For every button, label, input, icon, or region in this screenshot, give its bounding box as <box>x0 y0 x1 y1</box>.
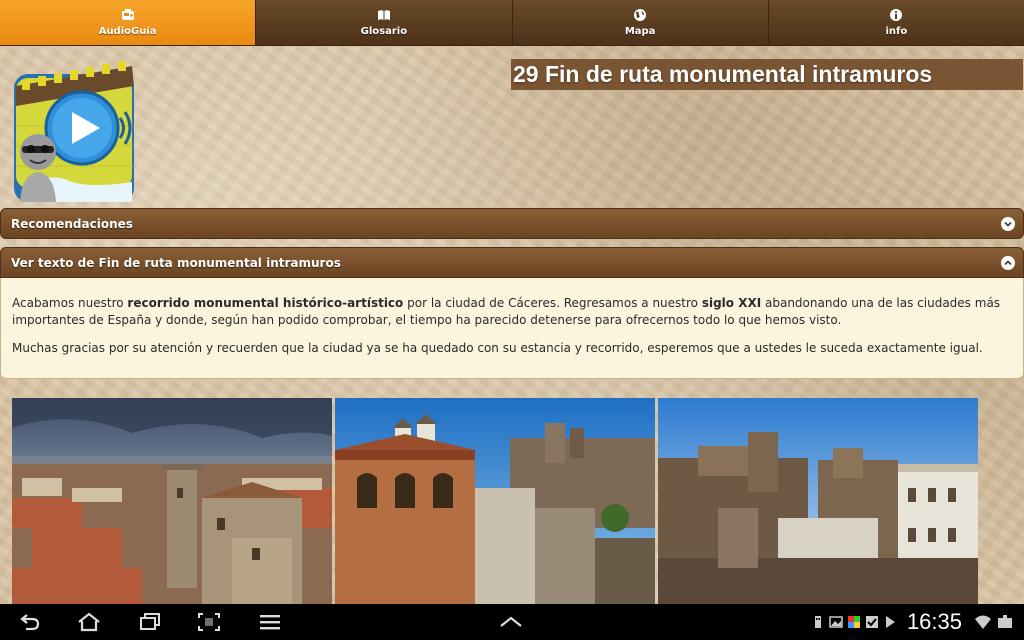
app-store-icon <box>847 616 860 628</box>
text-section-header[interactable]: Ver texto de Fin de ruta monumental intr… <box>0 247 1024 278</box>
audioguide-icon <box>121 8 135 22</box>
info-icon <box>889 8 903 22</box>
tab-mapa[interactable]: Mapa <box>513 0 769 45</box>
section-label: Ver texto de Fin de ruta monumental intr… <box>11 255 341 270</box>
system-navigation-bar: 16:35 <box>0 604 1024 640</box>
clock: 16:35 <box>906 609 962 634</box>
wifi-icon <box>975 615 991 629</box>
app-logo <box>12 56 138 204</box>
book-icon <box>377 8 391 22</box>
screenshot-icon[interactable] <box>196 611 222 633</box>
check-icon <box>865 616 878 628</box>
section-label: Recomendaciones <box>11 216 133 231</box>
tab-glosario[interactable]: Glosario <box>256 0 513 45</box>
usb-icon <box>814 616 821 628</box>
image-icon <box>829 616 843 628</box>
tab-label: Glosario <box>360 26 408 37</box>
old-town-photo[interactable] <box>658 398 978 604</box>
photo-gallery <box>12 398 978 604</box>
text-section-content: Acabamos nuestro recorrido monumental hi… <box>0 278 1024 379</box>
tab-label: info <box>885 26 908 37</box>
chevron-up-icon <box>1001 256 1015 270</box>
chevron-up-icon[interactable] <box>498 611 524 633</box>
chevron-down-icon <box>1001 217 1015 231</box>
tab-label: Mapa <box>624 26 656 37</box>
paragraph-1: Acabamos nuestro recorrido monumental hi… <box>12 296 1001 327</box>
paragraph-2: Muchas gracias por su atención y recuerd… <box>12 341 983 355</box>
tab-label: AudioGuía <box>98 26 157 37</box>
status-area: 16:35 <box>811 609 1014 635</box>
tab-audioguia[interactable]: AudioGuía <box>0 0 257 45</box>
tab-info[interactable]: info <box>769 0 1024 45</box>
page-title: 29 Fin de ruta monumental intramuros <box>511 59 1023 90</box>
recent-apps-icon[interactable] <box>137 611 163 633</box>
recommendations-section-header[interactable]: Recomendaciones <box>0 208 1024 239</box>
menu-icon[interactable] <box>257 611 283 633</box>
back-icon[interactable] <box>18 611 44 633</box>
battery-icon <box>998 615 1012 628</box>
globe-icon <box>633 8 647 22</box>
city-panorama-photo[interactable] <box>12 398 332 604</box>
top-tab-bar: AudioGuía Glosario Mapa info <box>0 0 1024 46</box>
play-icon <box>885 616 895 628</box>
tower-building-photo[interactable] <box>335 398 655 604</box>
home-icon[interactable] <box>76 611 102 633</box>
